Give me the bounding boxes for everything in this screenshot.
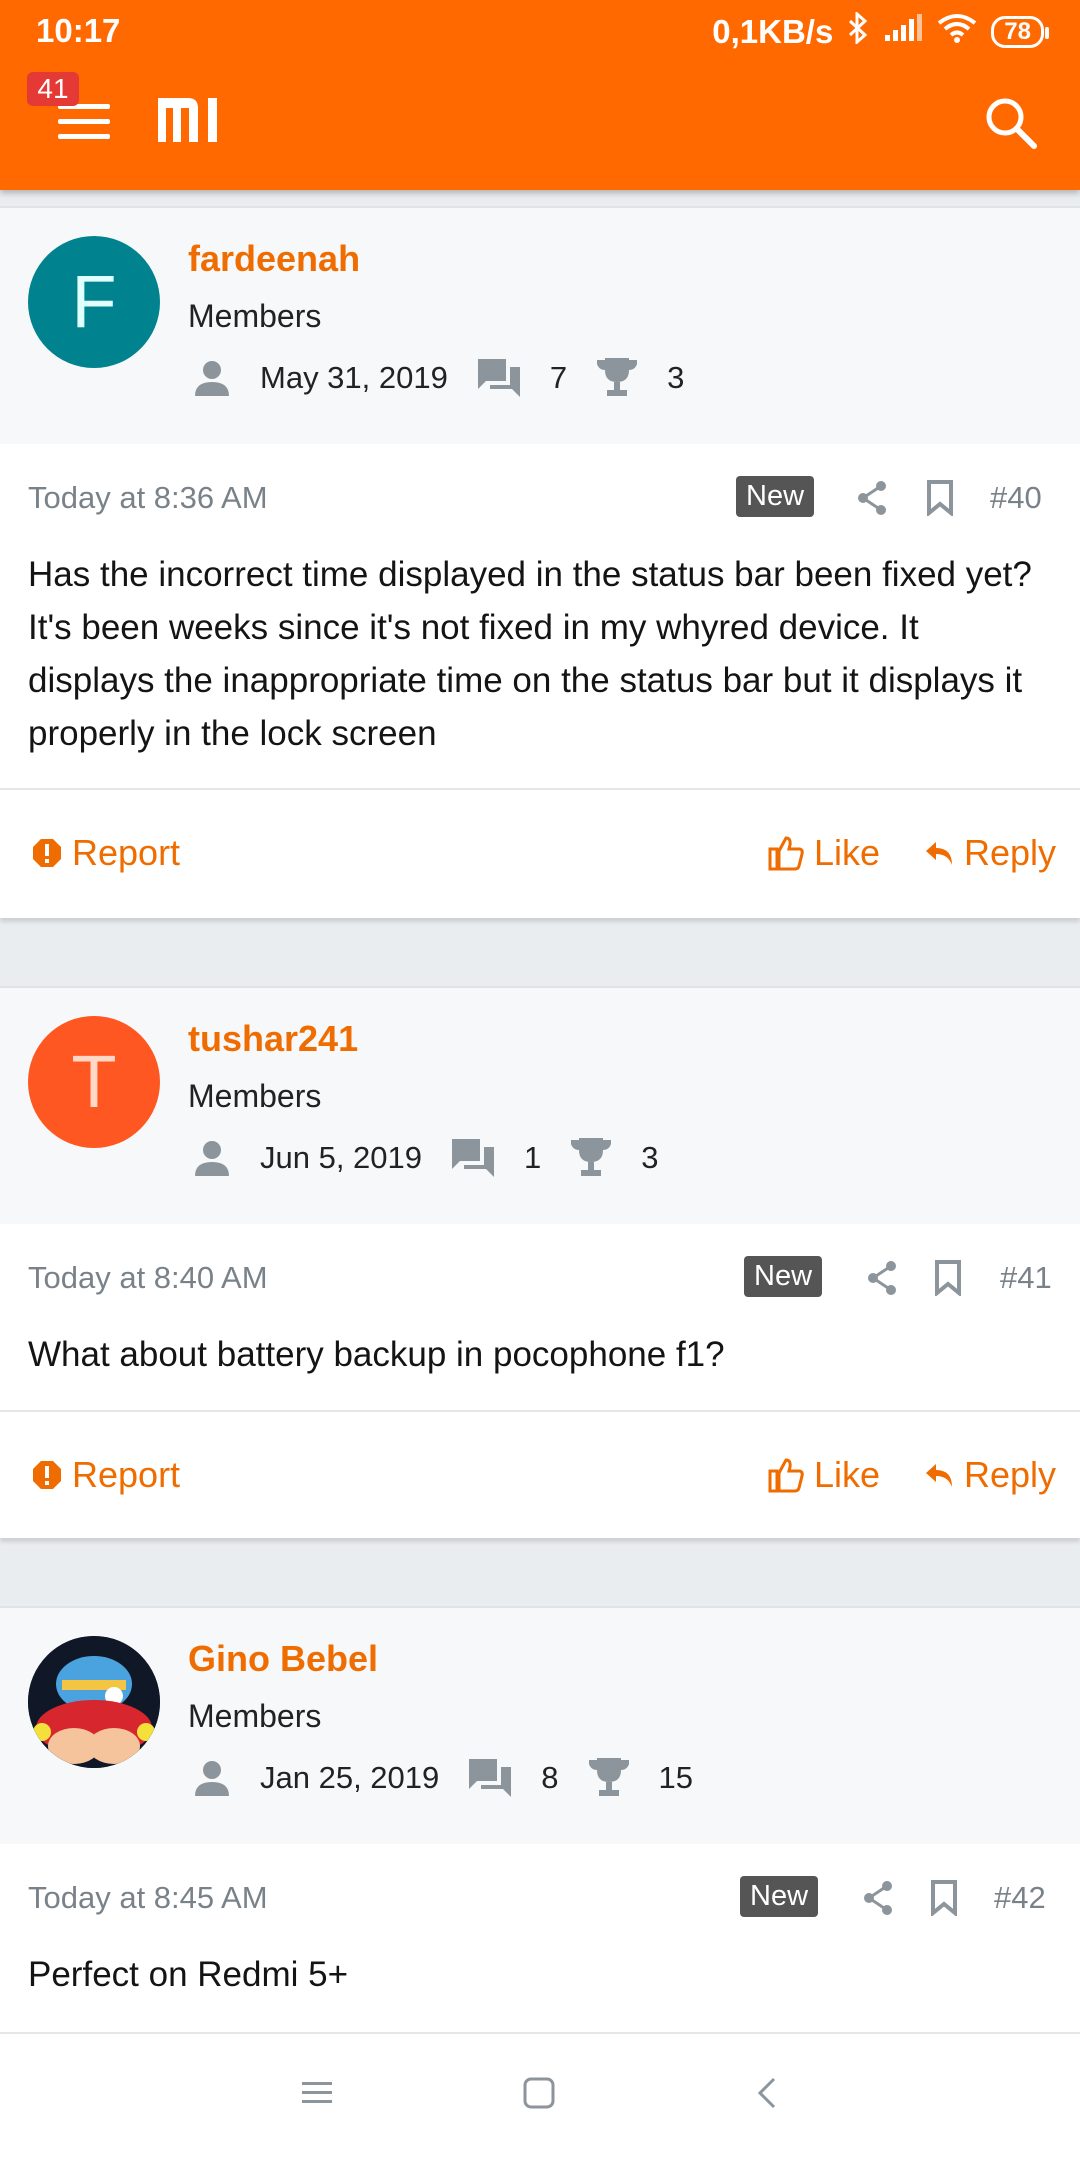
bookmark-icon[interactable] [930,1880,958,1921]
battery-icon: 78 [991,16,1049,48]
trophy-icon [595,356,639,400]
report-icon [33,1461,61,1489]
app-header: 10:17 0,1KB/s 78 41 [0,0,1080,190]
post-body: Today at 8:36 AM New #40 Has the incorre… [0,444,1080,794]
post-body: Today at 8:40 AM New #41 What about batt… [0,1224,1080,1414]
post-actions: Report Like Reply [0,1410,1080,1538]
post-number[interactable]: #42 [994,1880,1046,1916]
post-time[interactable]: Today at 8:40 AM [28,1260,268,1296]
reply-icon [926,1464,952,1487]
messages-icon [476,357,522,399]
joined-date: Jun 5, 2019 [260,1140,423,1175]
network-speed: 0,1KB/s [712,13,834,50]
report-icon [33,839,61,867]
messages-icon [467,1757,513,1799]
search-icon[interactable] [982,94,1040,152]
new-badge: New [736,476,815,517]
post-text: Perfect on Redmi 5+ [28,1955,349,1994]
back-icon[interactable] [752,2076,786,2115]
joined-date: May 31, 2019 [260,360,448,395]
system-nav-bar [0,2032,1080,2162]
author-name[interactable]: fardeenah [188,238,360,280]
home-icon[interactable] [522,2076,556,2115]
author-stats: Jan 25, 2019 8 15 [192,1756,693,1800]
post-time[interactable]: Today at 8:36 AM [28,480,268,516]
trophy-count: 3 [667,360,685,395]
user-icon [192,1138,232,1178]
notification-badge: 41 [27,72,79,106]
reply-button[interactable]: Reply [924,832,1056,874]
wifi-icon [937,13,977,51]
bookmark-icon[interactable] [926,480,954,521]
user-icon [192,358,232,398]
post-time[interactable]: Today at 8:45 AM [28,1880,268,1916]
menu-icon[interactable] [58,104,110,142]
post-body: Today at 8:45 AM New #42 Perfect on Redm… [0,1844,1080,2034]
post-actions: Report Like Reply [0,788,1080,918]
like-button[interactable]: Like [768,1454,880,1496]
avatar[interactable]: T [28,1016,160,1148]
reply-button[interactable]: Reply [924,1454,1056,1496]
new-badge: New [744,1256,823,1297]
messages-count: 1 [524,1140,542,1175]
post-number[interactable]: #41 [1000,1260,1052,1296]
post-text: Has the incorrect time displayed in the … [28,555,1032,753]
new-badge: New [740,1876,819,1917]
author-role: Members [188,298,322,334]
author-role: Members [188,1078,322,1114]
avatar[interactable]: F [28,236,160,368]
like-label: Like [814,832,881,873]
trophy-icon [569,1136,613,1180]
report-button[interactable]: Report [32,832,180,874]
post-text: What about battery backup in pocophone f… [28,1335,725,1374]
author-card: Gino Bebel Members Jan 25, 2019 8 15 [0,1606,1080,1848]
signal-icon [883,13,923,51]
author-role: Members [188,1698,322,1734]
messages-count: 7 [549,360,568,395]
like-label: Like [814,1454,881,1495]
report-label: Report [72,1454,181,1495]
reply-label: Reply [964,1454,1057,1495]
share-icon[interactable] [862,1880,894,1921]
author-card: F fardeenah Members May 31, 2019 7 3 [0,206,1080,448]
trophy-count: 15 [658,1760,693,1795]
share-icon[interactable] [866,1260,898,1301]
author-name[interactable]: tushar241 [188,1018,358,1060]
thumbs-up-icon [768,1458,804,1493]
post-number[interactable]: #40 [990,480,1042,516]
messages-icon [450,1137,496,1179]
user-icon [192,1758,232,1798]
thumbs-up-icon [768,836,804,871]
avatar[interactable] [28,1636,160,1768]
cartman-avatar-image [28,1636,160,1768]
share-icon[interactable] [856,480,888,521]
author-name[interactable]: Gino Bebel [188,1638,378,1680]
reply-icon [926,842,952,865]
trophy-icon [587,1756,631,1800]
like-button[interactable]: Like [768,832,880,874]
status-bar: 10:17 0,1KB/s 78 [0,0,1080,64]
author-card: T tushar241 Members Jun 5, 2019 1 3 [0,986,1080,1228]
recents-icon[interactable] [300,2076,334,2115]
report-label: Report [72,832,181,873]
joined-date: Jan 25, 2019 [260,1760,440,1795]
mi-logo[interactable] [158,98,228,142]
author-stats: Jun 5, 2019 1 3 [192,1136,659,1180]
author-stats: May 31, 2019 7 3 [192,356,684,400]
status-time: 10:17 [36,12,121,49]
report-button[interactable]: Report [32,1454,180,1496]
messages-count: 8 [541,1760,559,1795]
bluetooth-icon [847,10,869,52]
trophy-count: 3 [641,1140,659,1175]
status-icons: 0,1KB/s 78 [712,10,1049,52]
reply-label: Reply [964,832,1057,873]
bookmark-icon[interactable] [934,1260,962,1301]
